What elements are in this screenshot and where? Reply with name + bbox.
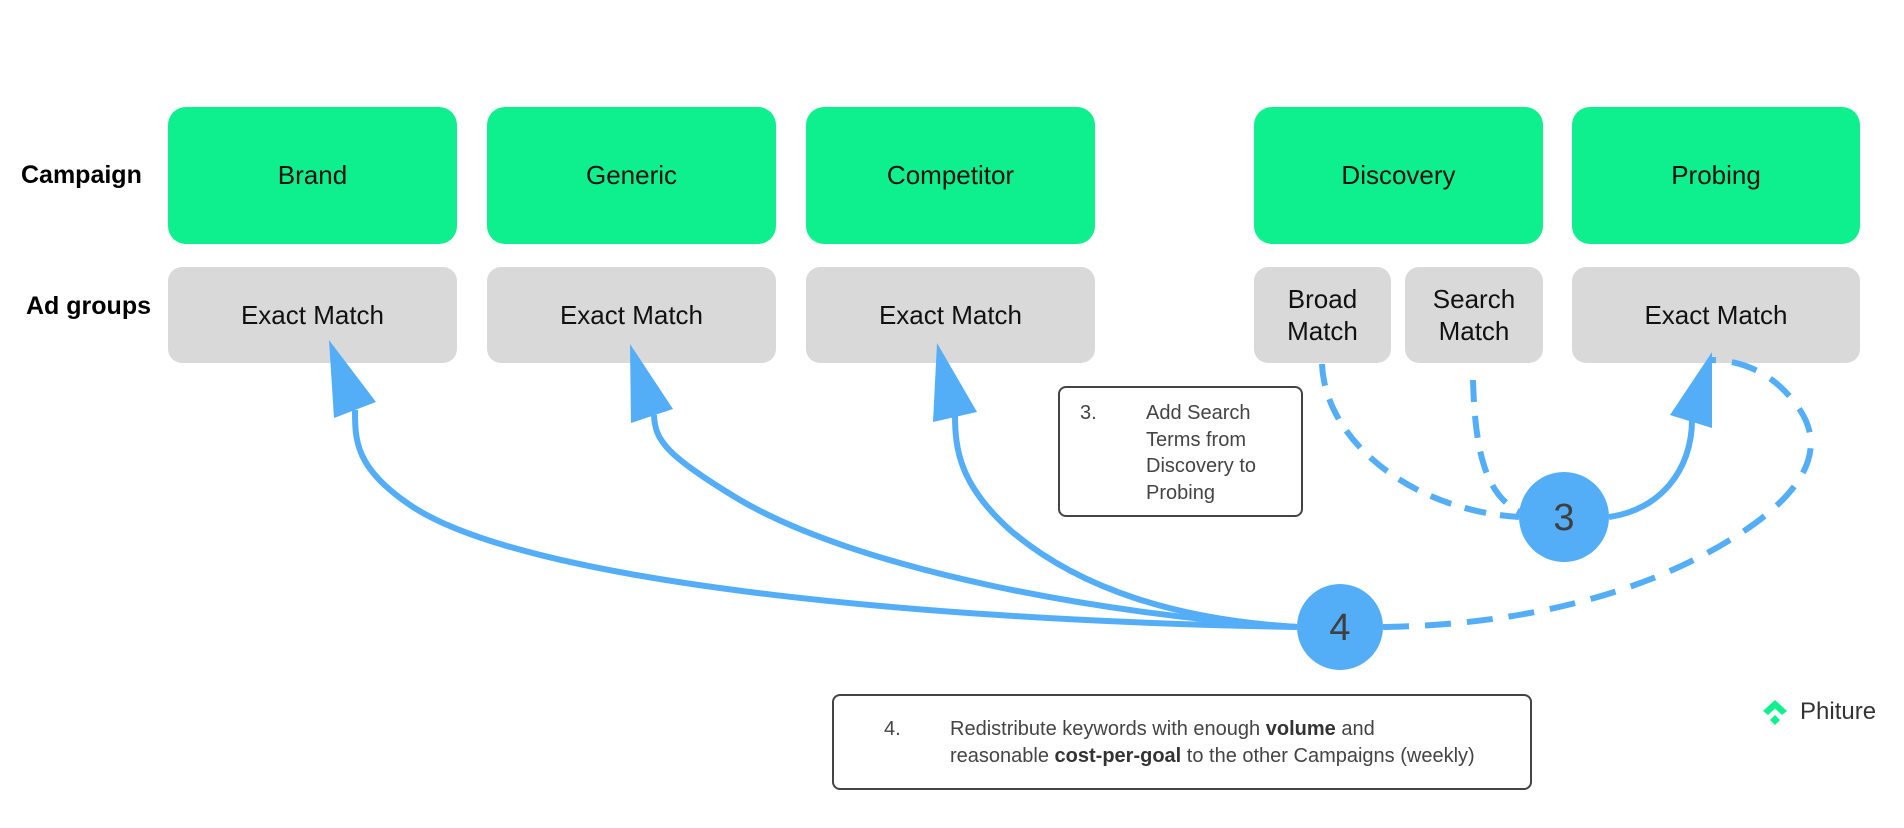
step4-note-number: 4. [884,718,901,740]
connector-search-to-step3 [1470,379,1522,515]
step4-note: 4. Redistribute keywords with enough vol… [832,694,1532,790]
step3-note-line: Probing [1146,481,1215,504]
step4-emphasis-cost-per-goal: cost-per-goal [1054,744,1182,767]
step3-note-line: Add Search [1146,402,1251,424]
phiture-logo: Phiture [1762,698,1876,726]
step4-note-line1: Redistribute keywords with enough volume… [950,716,1475,743]
step3-note-text: Add Search Terms from Discovery to Probi… [1146,400,1256,506]
step4-text: and [1335,718,1375,740]
step3-note-number: 3. [1080,402,1097,424]
step4-note-text: Redistribute keywords with enough volume… [950,716,1475,769]
step3-note: 3. Add Search Terms from Discovery to Pr… [1058,386,1303,517]
connector-step3-to-probing [1608,419,1695,520]
step4-note-line2: reasonable cost-per-goal to the other Ca… [950,743,1475,770]
step3-note-line: Terms from [1146,428,1246,451]
step3-note-line: Discovery to [1146,455,1257,477]
step4-text: reasonable [950,744,1055,767]
arrowhead-probing [1670,352,1712,428]
arrowhead-generic [630,344,673,423]
step4-text: Redistribute keywords with enough [950,718,1266,740]
step4-badge-number: 4 [1329,607,1350,649]
step4-text: to the other Campaigns (weekly) [1181,744,1475,767]
arrowhead-competitor [933,343,977,422]
phiture-chevron-icon [1763,700,1787,725]
connector-broad-to-step3 [1319,363,1520,520]
step3-badge-number: 3 [1553,497,1574,539]
phiture-logo-text: Phiture [1800,698,1877,725]
step4-emphasis-volume: volume [1265,718,1336,740]
arrowhead-brand [329,340,376,418]
